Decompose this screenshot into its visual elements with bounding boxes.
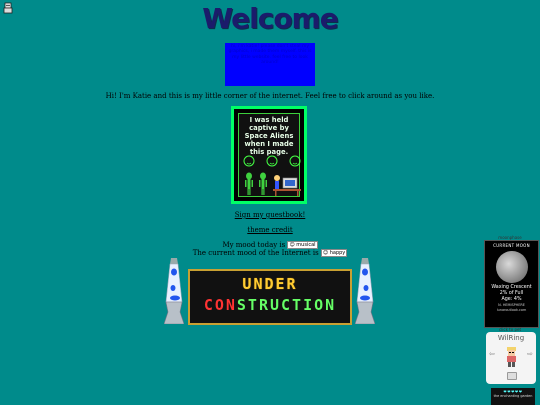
- theme-credit-row: theme credit: [0, 226, 540, 234]
- internet-mood-line: The current mood of the Internet is ☺ ha…: [0, 249, 540, 257]
- virtual-pet-widget[interactable]: WilRing ⇦ ⇨: [486, 332, 536, 384]
- guestbook-link[interactable]: Sign my guestbook!: [235, 211, 306, 219]
- alien-captive-graphic: I was held captive by Space Aliens when …: [231, 106, 307, 204]
- internet-mood-badge: ☺ happy: [320, 249, 348, 257]
- pet-name: WilRing: [497, 334, 525, 342]
- page-title: Welcome: [202, 2, 338, 35]
- intro-text: Hi! I'm Katie and this is my little corn…: [105, 92, 435, 100]
- lava-lamp-right-icon: [355, 258, 375, 324]
- pet-button[interactable]: [507, 372, 517, 380]
- my-mood-line: My mood today is ☺ musical: [0, 241, 540, 249]
- pet-character-icon: [507, 347, 516, 367]
- construction-line-2: CONSTRUCTION: [190, 296, 350, 314]
- enchanting-garden-badge[interactable]: ❤❤❤❤❤ the enchanting garden: [491, 388, 535, 405]
- alien-caption: I was held captive by Space Aliens when …: [244, 116, 294, 156]
- theme-credit-link[interactable]: theme credit: [247, 226, 292, 234]
- lava-lamp-left-icon: [164, 258, 184, 324]
- internet-mood-label: The current mood of the Internet is: [192, 249, 319, 257]
- moon-phase-widget[interactable]: CURRENT MOON Waxing Crescent 2% of Full …: [484, 240, 539, 328]
- left-arrow-icon[interactable]: ⇦: [489, 350, 495, 358]
- moon-icon: [495, 251, 528, 283]
- my-mood-value: musical: [296, 242, 316, 248]
- guestbook-link-row: Sign my guestbook!: [0, 211, 540, 219]
- blue-notice-box: hi, i'm katie! please don't steal my gra…: [225, 43, 315, 86]
- internet-mood-value: happy: [329, 250, 346, 256]
- my-mood-badge: ☺ musical: [287, 241, 318, 249]
- garden-label: the enchanting garden: [493, 394, 533, 398]
- under-construction-sign: UNDER CONSTRUCTION: [188, 269, 352, 325]
- moon-credit[interactable]: lunaroutlook.com: [485, 308, 538, 313]
- construction-line-1: UNDER: [242, 275, 298, 293]
- alien-illustration-icon: [243, 155, 301, 196]
- right-arrow-icon[interactable]: ⇨: [527, 350, 533, 358]
- moon-widget-title: CURRENT MOON: [493, 243, 530, 248]
- my-mood-label: My mood today is: [222, 241, 286, 249]
